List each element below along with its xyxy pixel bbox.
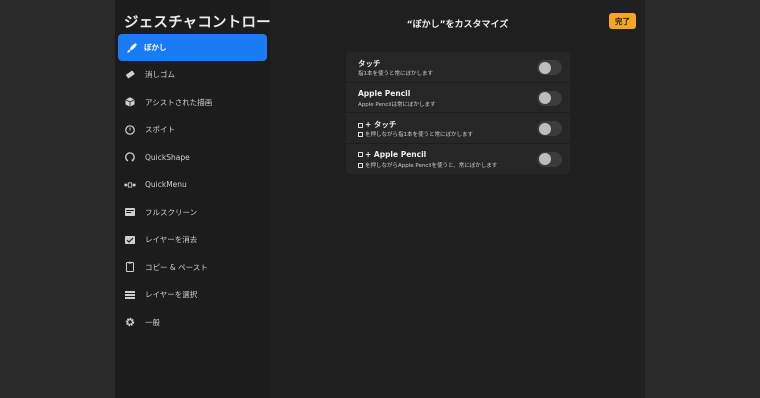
- page-title: “ぼかし”をカスタマイズ: [406, 20, 509, 30]
- square-key-icon: [358, 162, 363, 168]
- row-title: Apple Pencil: [358, 88, 411, 98]
- row-title: + Apple Pencil: [358, 150, 426, 159]
- toggle-knob: [538, 61, 551, 74]
- sidebar: ジェスチャコントロール ぼかし 消しゴム アシストされた描画 スポイト Quic…: [115, 0, 285, 398]
- settings-row-modifier-touch: + タッチ を押しながら指1本を使うと常にぼかします: [346, 113, 570, 144]
- sidebar-item-label: ぼかし: [144, 43, 167, 52]
- brush-icon: [126, 42, 138, 54]
- sidebar-item-label: 一般: [145, 317, 160, 327]
- sidebar-item-label: アシストされた描画: [145, 97, 213, 107]
- sidebar-item-label: レイヤーを消去: [145, 235, 198, 245]
- sidebar-title: ジェスチャコントロール: [124, 15, 286, 31]
- sidebar-item-label: 消しゴム: [145, 70, 175, 80]
- row-title: タッチ: [358, 59, 381, 68]
- sidebar-item-label: レイヤーを選択: [145, 290, 198, 300]
- sidebar-item-select-layer[interactable]: レイヤーを選択: [115, 281, 270, 309]
- apple-pencil-toggle[interactable]: [537, 90, 562, 106]
- sidebar-item-clear-layer[interactable]: レイヤーを消去: [115, 226, 270, 254]
- settings-row-modifier-apple-pencil: + Apple Pencil を押しながらApple Pencilを使うと、常に…: [346, 144, 570, 175]
- eraser-icon: [124, 69, 136, 81]
- quickmenu-icon: [124, 179, 136, 191]
- square-key-icon: [358, 152, 363, 157]
- sidebar-item-fullscreen[interactable]: フルスクリーン: [115, 199, 270, 227]
- sidebar-item-quickmenu[interactable]: QuickMenu: [115, 171, 270, 199]
- toggle-knob: [538, 122, 551, 135]
- gear-icon: [124, 316, 136, 328]
- main-panel: “ぼかし”をカスタマイズ 完了 タッチ 指1本を使うと常にぼかします Apple…: [270, 0, 645, 398]
- settings-row-touch: タッチ 指1本を使うと常にぼかします: [346, 52, 570, 83]
- sidebar-item-smudge[interactable]: ぼかし: [118, 34, 267, 61]
- layers-icon: [124, 289, 136, 301]
- toggle-knob: [538, 92, 551, 104]
- toggle-knob: [538, 153, 551, 165]
- sidebar-item-copy-paste[interactable]: コピー & ペースト: [115, 254, 270, 282]
- sidebar-item-label: QuickMenu: [145, 180, 187, 190]
- row-subtitle: Apple Pencilは常にぼかします: [358, 101, 436, 108]
- settings-row-apple-pencil: Apple Pencil Apple Pencilは常にぼかします: [346, 83, 570, 113]
- clear-layer-icon: [124, 234, 136, 246]
- sidebar-item-label: コピー & ペースト: [145, 262, 208, 272]
- done-button[interactable]: 完了: [609, 13, 636, 29]
- eyedropper-icon: [124, 124, 136, 136]
- modifier-apple-pencil-toggle[interactable]: [537, 151, 562, 167]
- square-key-icon: [358, 132, 363, 137]
- quickshape-icon: [124, 151, 136, 163]
- sidebar-nav: ぼかし 消しゴム アシストされた描画 スポイト QuickShape Quick…: [115, 34, 270, 336]
- modifier-touch-toggle[interactable]: [537, 121, 562, 136]
- sidebar-item-eraser[interactable]: 消しゴム: [115, 61, 270, 89]
- sidebar-item-quickshape[interactable]: QuickShape: [115, 144, 270, 172]
- cube-icon: [124, 96, 136, 108]
- row-title: + タッチ: [358, 119, 396, 130]
- row-subtitle: 指1本を使うと常にぼかします: [358, 71, 434, 77]
- touch-toggle[interactable]: [537, 60, 562, 75]
- sidebar-item-label: スポイト: [145, 125, 175, 135]
- sidebar-item-label: QuickShape: [145, 152, 190, 162]
- square-key-icon: [358, 122, 363, 128]
- sidebar-item-assisted-drawing[interactable]: アシストされた描画: [115, 89, 270, 117]
- sidebar-item-label: フルスクリーン: [145, 207, 198, 217]
- row-subtitle: を押しながら指1本を使うと常にぼかします: [358, 130, 473, 138]
- settings-list: タッチ 指1本を使うと常にぼかします Apple Pencil Apple Pe…: [346, 52, 570, 174]
- sidebar-item-eyedropper[interactable]: スポイト: [115, 116, 270, 144]
- copy-paste-icon: [124, 261, 136, 273]
- row-subtitle: を押しながらApple Pencilを使うと、常にぼかします: [358, 161, 497, 169]
- fullscreen-icon: [124, 206, 136, 218]
- sidebar-item-general[interactable]: 一般: [115, 309, 270, 337]
